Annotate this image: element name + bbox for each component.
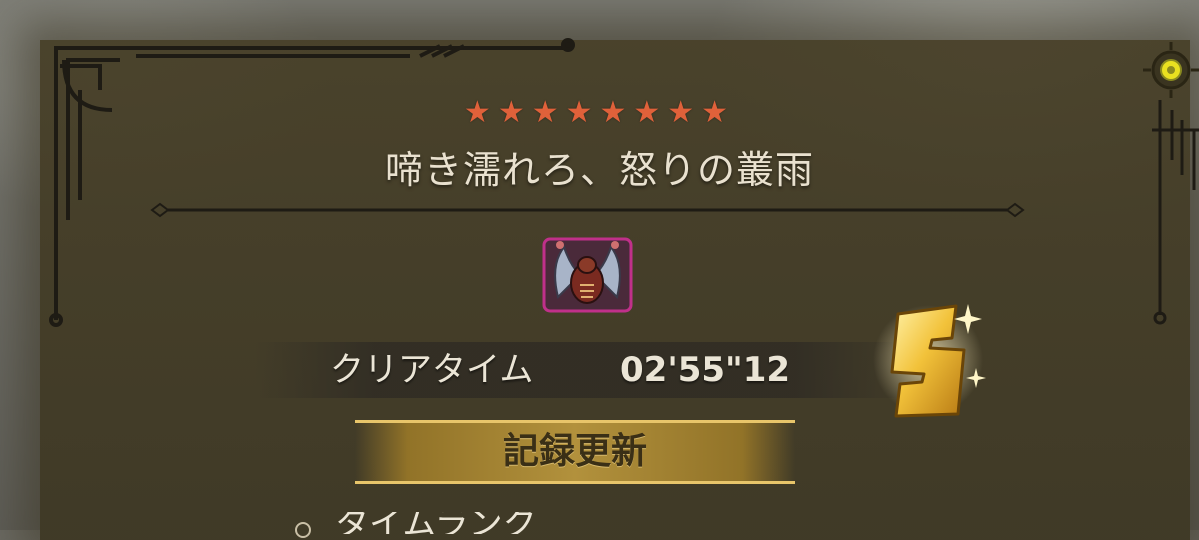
monster-icon: [542, 237, 633, 313]
clear-time-label: クリアタイム: [330, 350, 534, 390]
quest-title: 啼き濡れろ、怒りの叢雨: [384, 148, 814, 192]
compass-icon: [1143, 42, 1199, 98]
time-rank-heading: タイムランク: [335, 512, 537, 534]
time-rank-label: タイムランク: [335, 512, 537, 534]
rank-s-badge: [873, 304, 986, 418]
right-frame-ornament: [1152, 100, 1199, 325]
time-rank-bullet-icon: [295, 522, 311, 538]
record-updated-label: 記録更新: [502, 431, 647, 472]
clear-time-value: 02'55"12: [620, 350, 791, 390]
difficulty-stars: ★★★★★★★★: [463, 95, 736, 130]
title-divider: [150, 202, 1025, 218]
